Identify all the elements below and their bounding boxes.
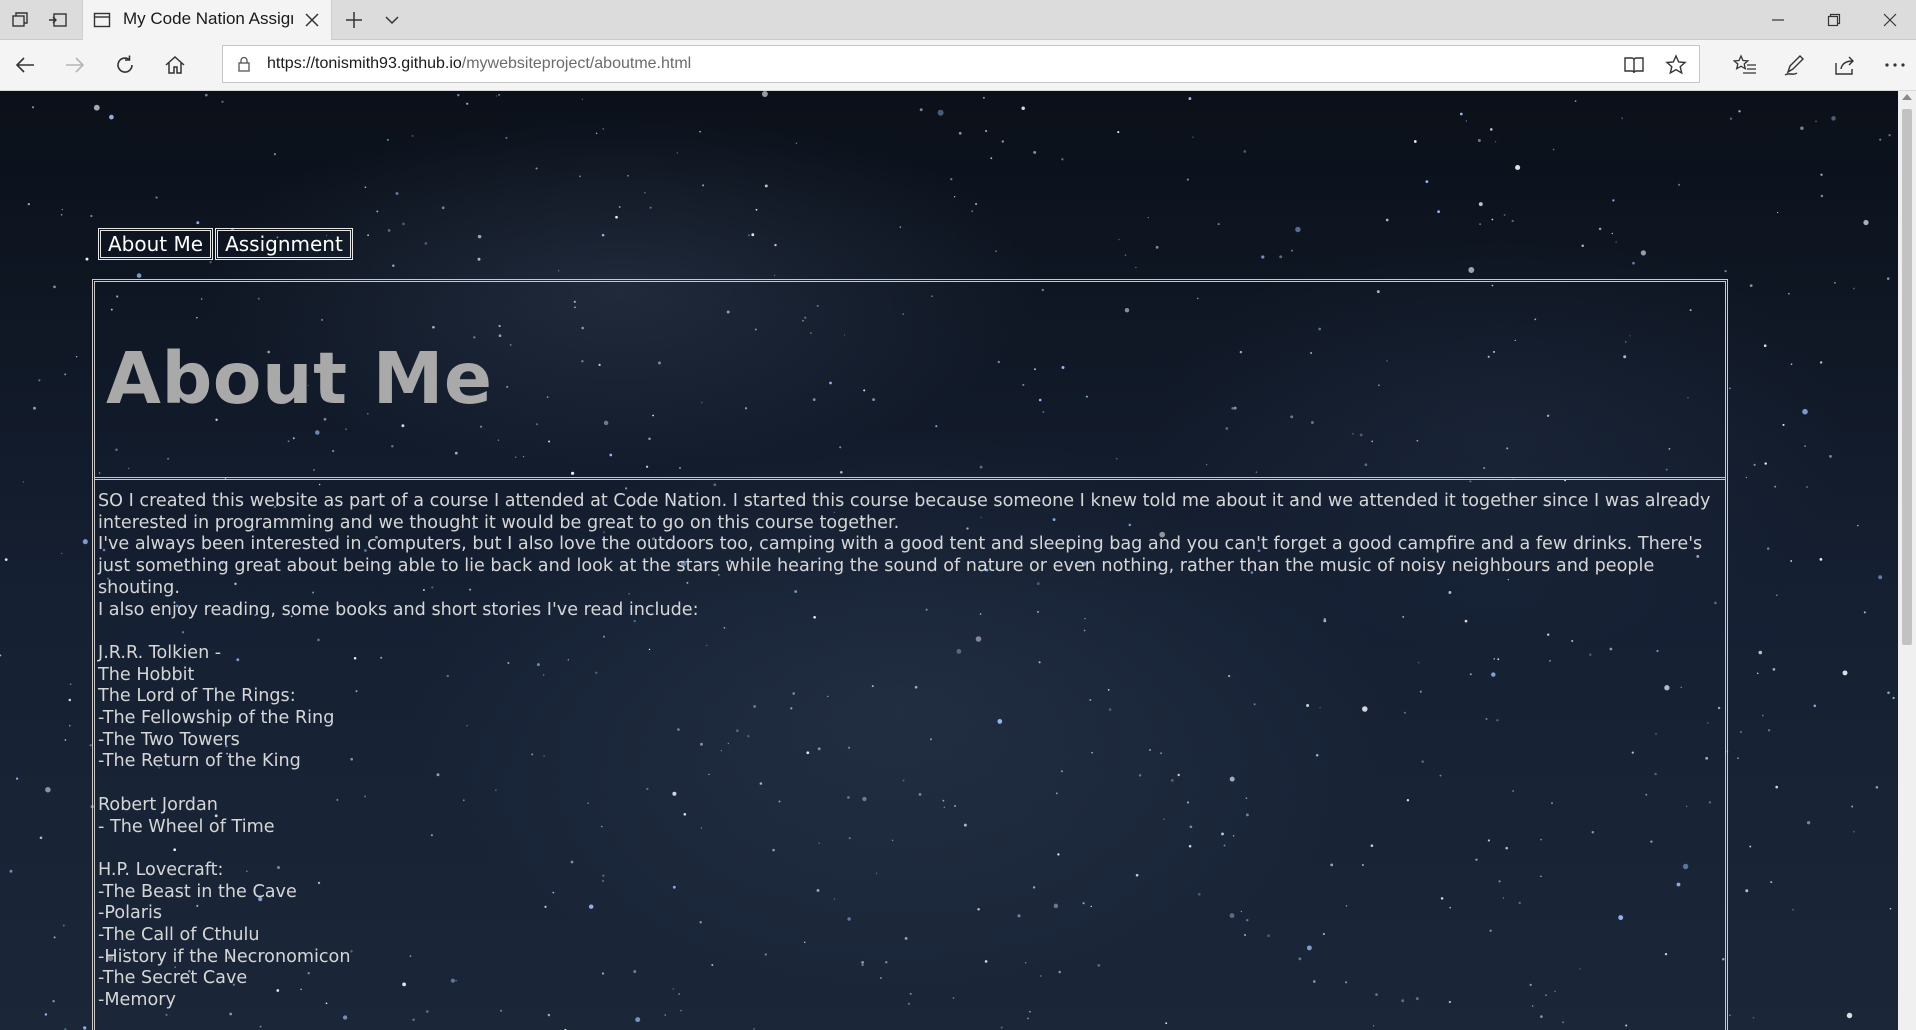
- lock-icon[interactable]: [235, 55, 253, 73]
- site-nav: About Me Assignment: [98, 228, 353, 260]
- book-list-tolkien: J.R.R. Tolkien - The Hobbit The Lord of …: [98, 643, 1722, 773]
- book-list-item: -The Two Towers: [98, 729, 240, 750]
- url-path: /mywebsiteproject/aboutme.html: [461, 55, 692, 72]
- scroll-up-arrow-icon[interactable]: [1902, 94, 1912, 100]
- book-list-item: The Lord of The Rings:: [98, 686, 296, 707]
- book-list-item: Robert Jordan: [98, 794, 218, 815]
- refresh-icon[interactable]: [112, 52, 138, 78]
- plus-icon[interactable]: [342, 8, 366, 32]
- scroll-thumb[interactable]: [1902, 109, 1912, 645]
- reading-paragraph: I also enjoy reading, some books and sho…: [98, 599, 699, 620]
- star-icon[interactable]: [1665, 54, 1687, 76]
- outdoors-paragraph: I've always been interested in computers…: [98, 534, 1703, 598]
- book-list-item: J.R.R. Tolkien -: [98, 642, 222, 663]
- page-title: About Me: [106, 337, 493, 420]
- restore-button[interactable]: [1806, 0, 1862, 39]
- restore-icon: [1827, 13, 1841, 26]
- favorites-list-icon[interactable]: [1732, 52, 1758, 78]
- tab-title: My Code Nation Assign: [123, 9, 293, 28]
- reading-view-icon[interactable]: [1623, 54, 1645, 76]
- book-list-item: H.P. Lovecraft:: [98, 859, 224, 880]
- share-icon[interactable]: [1832, 52, 1858, 78]
- nav-link-about-me[interactable]: About Me: [98, 228, 214, 260]
- browser-tab-bar: My Code Nation Assign: [0, 0, 1916, 40]
- intro-paragraph: SO I created this website as part of a c…: [98, 491, 1711, 533]
- url-host: https://tonismith93.github.io: [267, 55, 462, 72]
- close-window-icon: [1883, 13, 1897, 26]
- home-icon[interactable]: [162, 52, 188, 78]
- address-toolbar: https://tonismith93.github.io/mywebsitep…: [0, 40, 1916, 91]
- page-viewport: About Me Assignment About Me SO I create…: [0, 91, 1898, 1030]
- book-list-item: -Memory: [98, 990, 176, 1011]
- show-tabs-icon[interactable]: [46, 8, 70, 32]
- book-list-item: -The Call of Cthulu: [98, 925, 260, 946]
- close-icon[interactable]: [303, 11, 321, 29]
- book-list-item: The Hobbit: [98, 664, 195, 685]
- minimize-icon: [1772, 18, 1784, 21]
- book-list-item: -The Fellowship of the Ring: [98, 708, 335, 729]
- book-list-item: -The Secret Cave: [98, 968, 248, 989]
- minimize-button[interactable]: [1750, 0, 1806, 39]
- book-list-item: -Polaris: [98, 903, 163, 924]
- book-list-item: -History if the Necronomicon: [98, 946, 351, 967]
- close-window-button[interactable]: [1862, 0, 1916, 39]
- browser-tab[interactable]: My Code Nation Assign: [82, 0, 332, 40]
- more-icon[interactable]: [1882, 52, 1908, 78]
- content-box: About Me SO I created this website as pa…: [92, 279, 1728, 1030]
- address-bar[interactable]: https://tonismith93.github.io/mywebsitep…: [222, 45, 1700, 83]
- pen-icon[interactable]: [1782, 52, 1808, 78]
- tab-set-aside-icon[interactable]: [8, 8, 32, 32]
- chevron-down-icon[interactable]: [380, 8, 404, 32]
- book-list-lovecraft: H.P. Lovecraft: -The Beast in the Cave -…: [98, 860, 1722, 1012]
- book-list-item: - The Wheel of Time: [98, 816, 275, 837]
- header-panel: About Me: [95, 282, 1725, 480]
- nav-link-assignment[interactable]: Assignment: [215, 228, 353, 260]
- vertical-scrollbar[interactable]: [1898, 91, 1916, 1030]
- book-list-item: -The Return of the King: [98, 751, 301, 772]
- book-list-item: -The Beast in the Cave: [98, 881, 297, 902]
- page-icon: [93, 12, 111, 28]
- book-list-jordan: Robert Jordan - The Wheel of Time: [98, 795, 1722, 838]
- back-arrow-icon[interactable]: [12, 52, 38, 78]
- url-text: https://tonismith93.github.io/mywebsitep…: [267, 55, 691, 73]
- forward-arrow-icon[interactable]: [62, 52, 88, 78]
- about-text: SO I created this website as part of a c…: [98, 491, 1722, 1012]
